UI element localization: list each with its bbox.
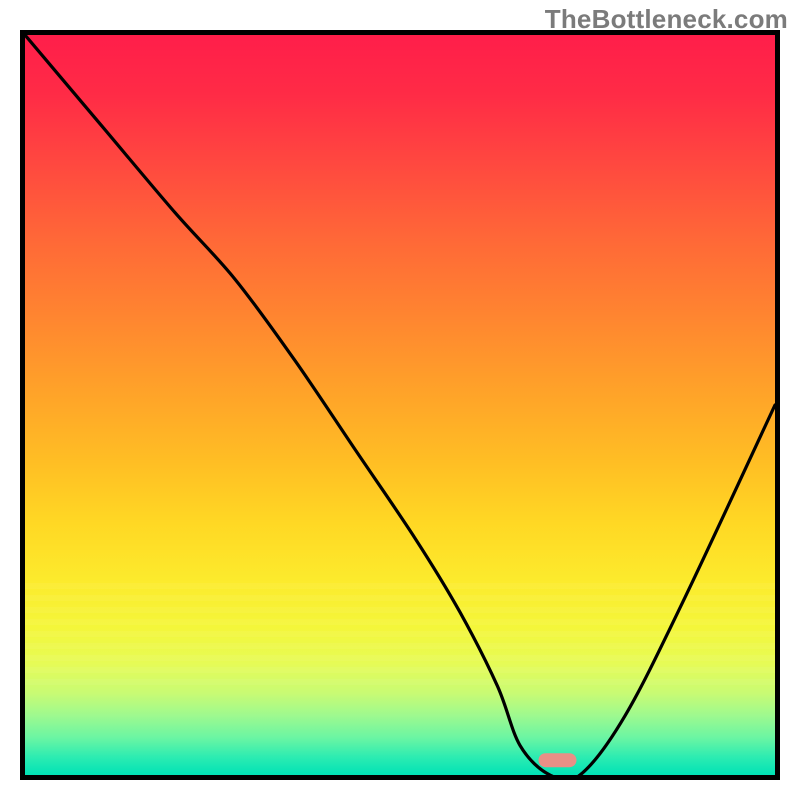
chart-svg (25, 35, 775, 775)
plot-area (20, 30, 780, 780)
optimal-marker (539, 753, 577, 767)
chart-frame: TheBottleneck.com (0, 0, 800, 800)
bottleneck-curve (25, 35, 775, 775)
watermark-text: TheBottleneck.com (545, 4, 788, 35)
